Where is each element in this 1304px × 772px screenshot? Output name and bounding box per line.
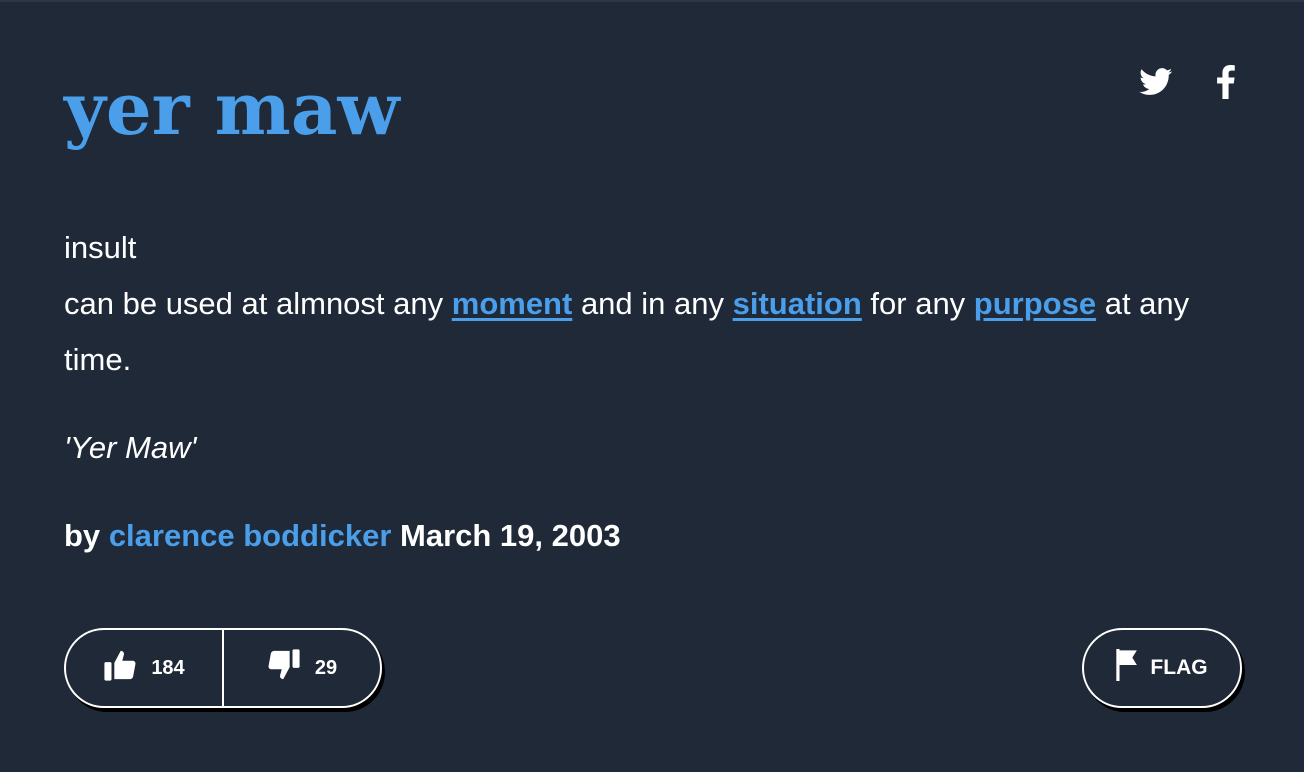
link-situation[interactable]: situation	[733, 286, 862, 321]
meaning-text: can be used at almnost any	[64, 286, 452, 321]
twitter-icon[interactable]	[1138, 62, 1174, 102]
word-title[interactable]: yer maw	[64, 54, 399, 164]
downvote-count: 29	[314, 656, 338, 679]
author-link[interactable]: clarence boddicker	[109, 518, 392, 553]
link-purpose[interactable]: purpose	[974, 286, 1096, 321]
flag-icon	[1116, 649, 1138, 687]
definition-example: 'Yer Maw'	[64, 430, 197, 465]
contributor-line: by clarence boddicker March 19, 2003	[64, 508, 621, 564]
meaning-line-2: can be used at almnost any moment and in…	[64, 276, 1244, 388]
facebook-icon[interactable]	[1208, 62, 1244, 102]
post-date: March 19, 2003	[400, 518, 621, 553]
thumbs-up-icon	[103, 648, 137, 688]
contributor-prefix: by	[64, 518, 101, 553]
thumbs-down-icon	[267, 648, 301, 688]
upvote-button[interactable]: 184	[66, 630, 224, 706]
link-moment[interactable]: moment	[452, 286, 573, 321]
meaning-text: for any	[861, 286, 974, 321]
meaning-text: and in any	[572, 286, 733, 321]
definition-meaning: insult can be used at almnost any moment…	[64, 220, 1244, 388]
vote-buttons: 184 29	[64, 628, 382, 708]
flag-button[interactable]: FLAG	[1082, 628, 1242, 708]
downvote-button[interactable]: 29	[224, 630, 380, 706]
upvote-count: 184	[151, 656, 185, 679]
definition-card: yer maw insult can be used at almnost an…	[0, 0, 1304, 772]
flag-label: FLAG	[1150, 656, 1208, 679]
share-links	[1138, 62, 1244, 102]
meaning-line-1: insult	[64, 230, 137, 265]
